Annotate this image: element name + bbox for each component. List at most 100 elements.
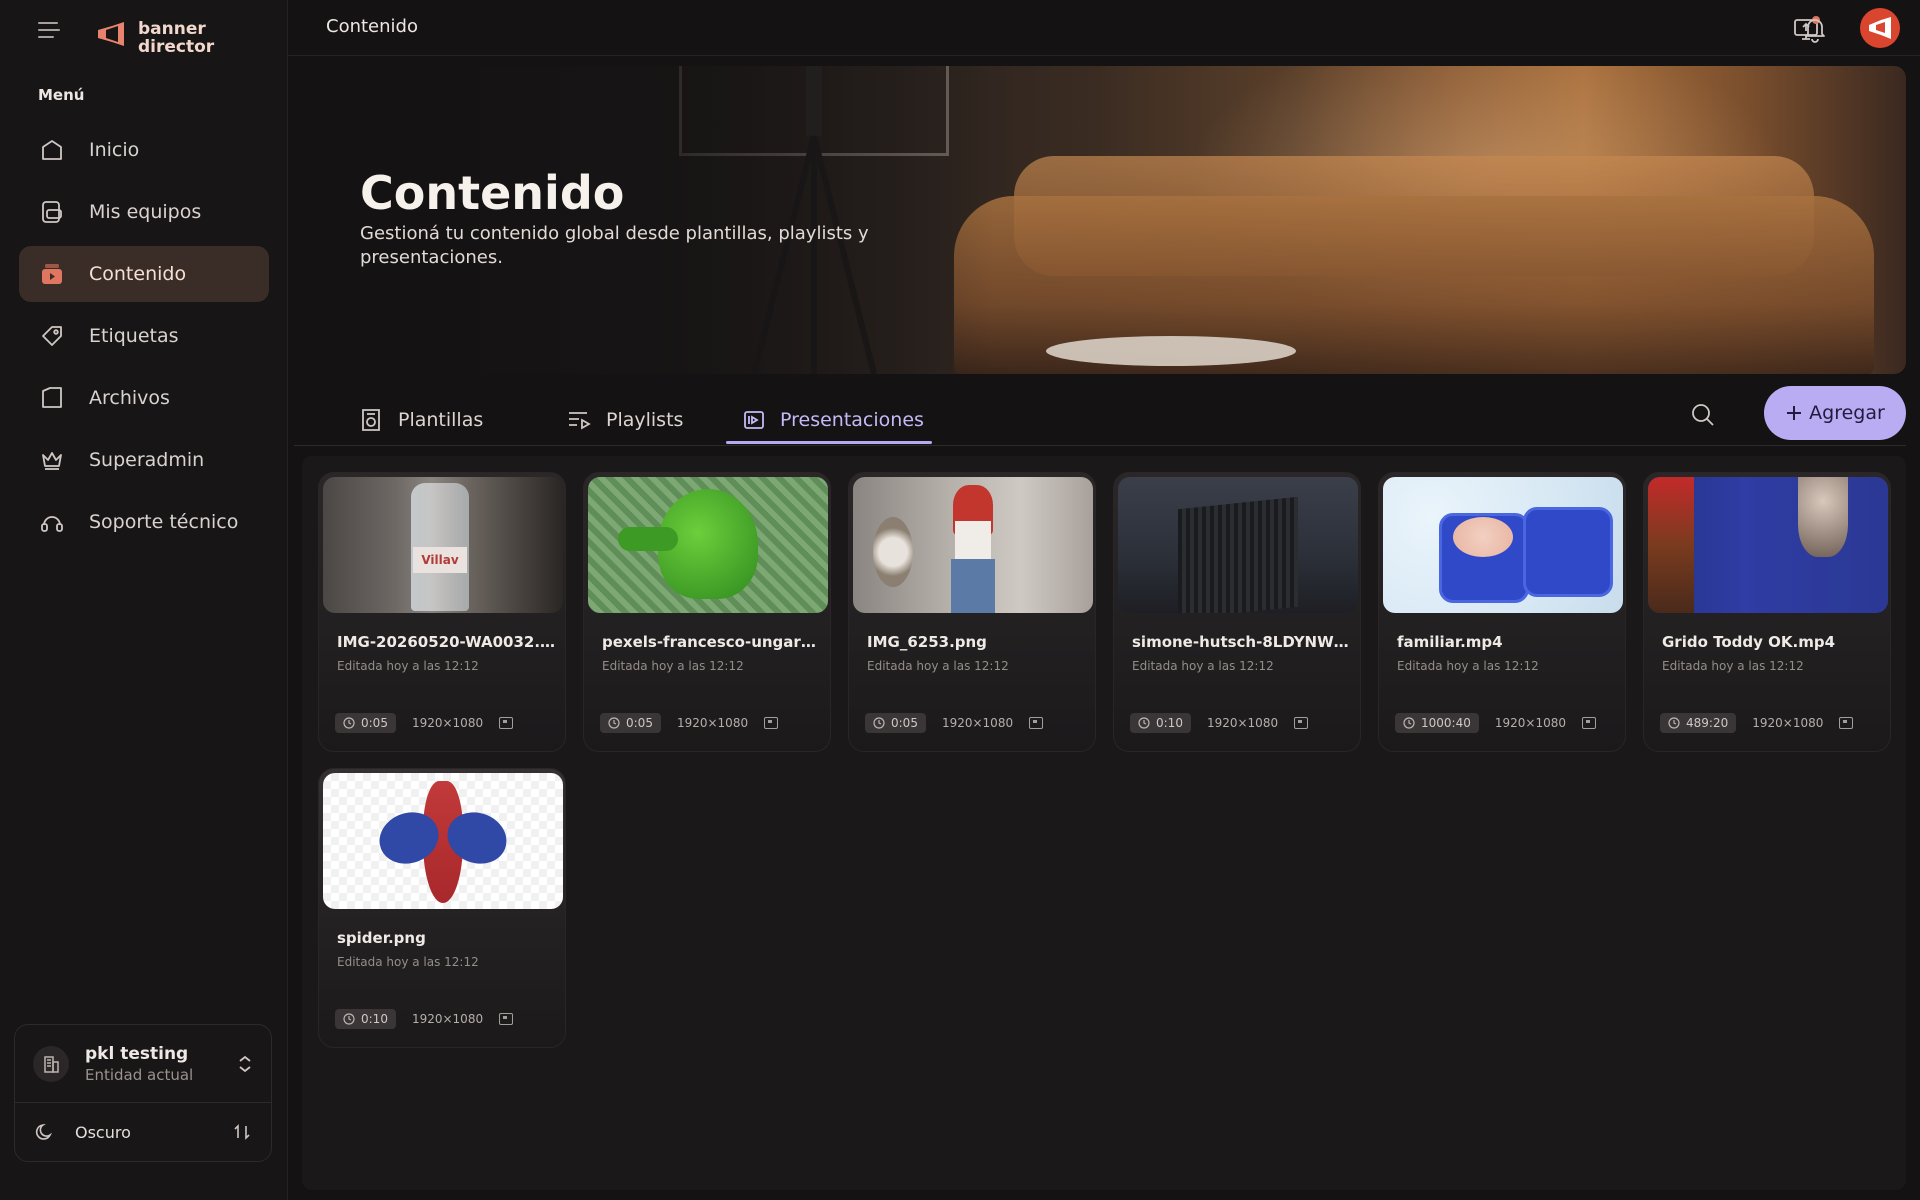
card-meta: 0:05 1920×1080 <box>335 713 514 733</box>
card-edited: Editada hoy a las 12:12 <box>1662 659 1804 673</box>
theme-toggle[interactable]: Oscuro <box>15 1103 271 1161</box>
clock-icon <box>608 717 620 729</box>
bell-icon[interactable] <box>1800 14 1830 44</box>
screen-icon <box>499 1013 514 1025</box>
sidebar-item-archivos[interactable]: Archivos <box>19 370 269 426</box>
entity-selector[interactable]: pkl testing Entidad actual <box>15 1025 271 1103</box>
duration: 489:20 <box>1686 716 1729 730</box>
content-icon <box>42 264 62 284</box>
sidebar-item-inicio[interactable]: Inicio <box>19 122 269 178</box>
chevron-up-down-icon <box>239 1055 251 1072</box>
duration-badge: 1000:40 <box>1395 713 1479 733</box>
card-thumbnail <box>853 477 1093 613</box>
duration-badge: 0:10 <box>1130 713 1191 733</box>
hero-title: Contenido <box>360 166 625 220</box>
hero-banner: Contenido Gestioná tu contenido global d… <box>294 66 1906 374</box>
screen-icon <box>1582 717 1596 729</box>
devices-icon <box>42 201 62 223</box>
menu-toggle-icon[interactable] <box>38 22 66 46</box>
building-icon <box>33 1045 69 1082</box>
hero-fade <box>294 66 994 374</box>
duration-badge: 0:10 <box>335 1009 396 1029</box>
presentation-card[interactable]: familiar.mp4 Editada hoy a las 12:12 100… <box>1378 472 1626 752</box>
duration-badge: 0:05 <box>865 713 926 733</box>
sidebar-item-etiquetas[interactable]: Etiquetas <box>19 308 269 364</box>
card-edited: Editada hoy a las 12:12 <box>337 659 479 673</box>
clock-icon <box>343 717 355 729</box>
swap-icon <box>234 1124 250 1140</box>
card-thumbnail <box>323 773 563 909</box>
search-icon[interactable] <box>1688 400 1718 430</box>
card-edited: Editada hoy a las 12:12 <box>1397 659 1539 673</box>
hero-subtitle: Gestioná tu contenido global desde plant… <box>360 223 869 268</box>
presentation-card[interactable]: Grido Toddy OK.mp4 Editada hoy a las 12:… <box>1643 472 1891 752</box>
sidebar-nav: Inicio Mis equipos Contenido Etiquetas A… <box>19 122 269 556</box>
tab-playlists[interactable]: Playlists <box>566 396 683 444</box>
resolution: 1920×1080 <box>676 716 749 730</box>
presentation-card[interactable]: simone-hutsch-8LDYNW1reR... Editada hoy … <box>1113 472 1361 752</box>
tab-presentaciones[interactable]: Presentaciones <box>742 396 924 444</box>
sidebar-item-label: Mis equipos <box>89 201 202 223</box>
resolution: 1920×1080 <box>1752 716 1824 730</box>
card-meta: 1000:40 1920×1080 <box>1395 713 1596 733</box>
duration: 0:10 <box>361 1012 388 1026</box>
duration: 1000:40 <box>1421 716 1471 730</box>
crown-icon <box>42 452 62 470</box>
duration: 0:05 <box>626 716 653 730</box>
sidebar-item-label: Superadmin <box>89 449 205 471</box>
sidebar-item-superadmin[interactable]: Superadmin <box>19 432 269 488</box>
sidebar-item-label: Contenido <box>89 263 187 285</box>
sidebar-item-soporte-tecnico[interactable]: Soporte técnico <box>19 494 269 550</box>
card-edited: Editada hoy a las 12:12 <box>602 659 744 673</box>
entity-name: pkl testing <box>85 1043 189 1064</box>
svg-text:director: director <box>138 37 215 56</box>
card-name: spider.png <box>337 929 426 947</box>
card-thumbnail <box>588 477 828 613</box>
card-name: simone-hutsch-8LDYNW1reR... <box>1132 633 1352 651</box>
presentation-card[interactable]: Villav IMG-20260520-WA0032.png Editada h… <box>318 472 566 752</box>
card-name: pexels-francesco-ungaro-2... <box>602 633 822 651</box>
resolution: 1920×1080 <box>941 716 1014 730</box>
folder-icon <box>42 387 62 408</box>
duration-badge: 0:05 <box>335 713 396 733</box>
plus-icon <box>1787 406 1802 420</box>
hero-table <box>1046 336 1296 366</box>
card-meta: 489:20 1920×1080 <box>1660 713 1854 733</box>
clock-icon <box>873 717 885 729</box>
card-name: IMG_6253.png <box>867 633 987 651</box>
card-meta: 0:05 1920×1080 <box>600 713 779 733</box>
avatar[interactable] <box>1860 8 1900 48</box>
card-name: Grido Toddy OK.mp4 <box>1662 633 1836 651</box>
moon-icon <box>35 1123 53 1140</box>
sidebar-item-label: Soporte técnico <box>89 511 239 533</box>
card-name: familiar.mp4 <box>1397 633 1503 651</box>
clock-icon <box>343 1013 355 1025</box>
template-icon <box>362 409 380 431</box>
banner-director-logo[interactable]: banner director <box>94 16 224 57</box>
card-thumbnail <box>1648 477 1888 613</box>
add-button[interactable]: Agregar <box>1764 386 1906 440</box>
presentation-card[interactable]: IMG_6253.png Editada hoy a las 12:12 0:0… <box>848 472 1096 752</box>
presentation-card[interactable]: pexels-francesco-ungaro-2... Editada hoy… <box>583 472 831 752</box>
svg-text:banner: banner <box>138 19 206 39</box>
topbar: Contenido <box>288 0 1920 56</box>
screen-icon <box>1839 717 1854 729</box>
resolution: 1920×1080 <box>1206 716 1279 730</box>
sidebar-item-label: Etiquetas <box>89 325 179 347</box>
sidebar-item-label: Archivos <box>89 387 170 409</box>
clock-icon <box>1403 717 1415 729</box>
add-button-label: Agregar <box>1809 402 1885 424</box>
sidebar-item-contenido[interactable]: Contenido <box>19 246 269 302</box>
tab-plantillas[interactable]: Plantillas <box>358 396 483 444</box>
presentations-grid: Villav IMG-20260520-WA0032.png Editada h… <box>302 456 1906 1190</box>
resolution: 1920×1080 <box>1494 716 1566 730</box>
tab-label: Presentaciones <box>780 409 924 431</box>
card-edited: Editada hoy a las 12:12 <box>337 955 479 969</box>
tab-label: Playlists <box>606 409 684 431</box>
card-thumbnail <box>1383 477 1623 613</box>
presentation-card[interactable]: spider.png Editada hoy a las 12:12 0:10 … <box>318 768 566 1048</box>
screen-icon <box>1294 717 1309 729</box>
duration-badge: 0:05 <box>600 713 661 733</box>
sidebar-item-mis-equipos[interactable]: Mis equipos <box>19 184 269 240</box>
clock-icon <box>1668 717 1680 729</box>
